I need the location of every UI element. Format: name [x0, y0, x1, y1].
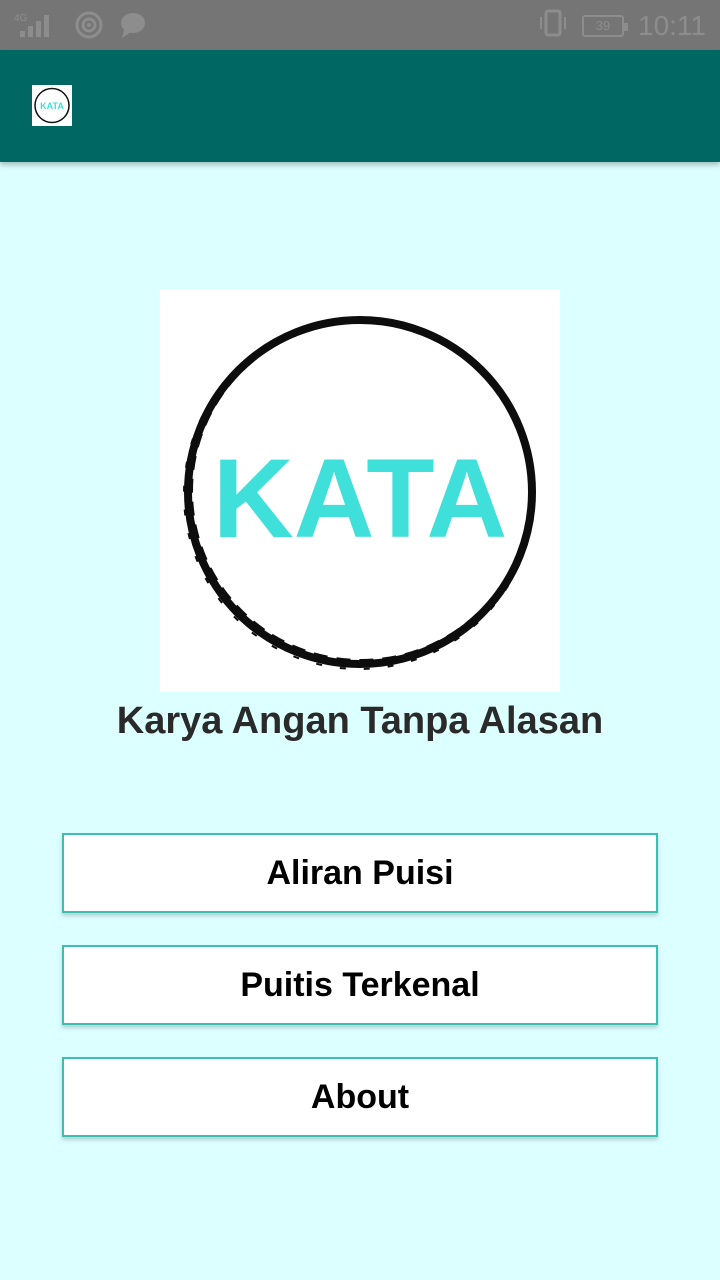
battery-level: 39: [595, 18, 611, 33]
vibrate-icon: [538, 8, 568, 43]
status-left: 4G: [14, 10, 148, 45]
aliran-puisi-button[interactable]: Aliran Puisi: [62, 833, 658, 913]
app-bar: KATA: [0, 50, 720, 162]
chat-icon: [118, 10, 148, 45]
battery-icon: 39: [582, 14, 628, 37]
puitis-terkenal-button[interactable]: Puitis Terkenal: [62, 945, 658, 1025]
clock: 10:11: [638, 9, 706, 41]
network-label: 4G: [14, 13, 28, 24]
main-logo-image: KATA: [160, 289, 560, 692]
about-button[interactable]: About: [62, 1057, 658, 1137]
hotspot-icon: [74, 10, 104, 45]
tagline: Karya Angan Tanpa Alasan: [116, 700, 604, 742]
status-bar: 4G 39 10:11: [0, 0, 720, 50]
app-logo-text: KATA: [40, 101, 64, 111]
main-logo-text: KATA: [213, 436, 507, 561]
signal-icon: 4G: [14, 11, 60, 44]
app-logo: KATA: [32, 85, 72, 126]
status-right: 39 10:11: [538, 8, 706, 43]
